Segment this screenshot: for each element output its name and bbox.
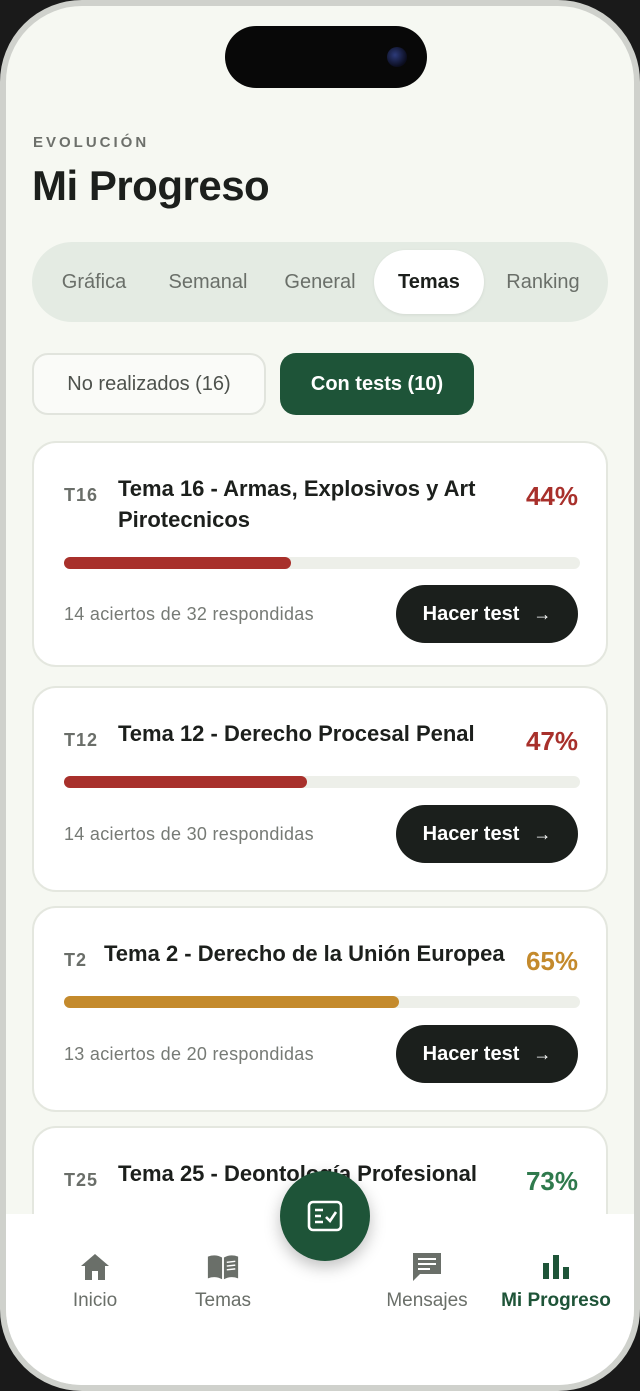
quick-test-fab[interactable] <box>280 1171 370 1261</box>
take-test-button[interactable]: Hacer test → <box>396 805 578 863</box>
progress-bar <box>64 557 580 569</box>
tab-mensajes[interactable]: Mensajes <box>376 1250 478 1312</box>
topic-card: T16 Tema 16 - Armas, Explosivos y Art Pi… <box>32 441 608 667</box>
topic-filter-row: No realizados (16) Con tests (10) <box>32 353 474 415</box>
progress-bar <box>64 776 580 788</box>
progress-bar-fill <box>64 996 400 1008</box>
tab-ranking[interactable]: Ranking <box>484 250 602 314</box>
topic-percent: 65% <box>525 946 578 976</box>
take-test-button[interactable]: Hacer test → <box>396 585 578 643</box>
filter-not-done-chip[interactable]: No realizados (16) <box>32 353 266 415</box>
tab-label: Inicio <box>72 1290 118 1311</box>
tab-label: Mensajes <box>386 1290 468 1311</box>
tab-mi-progreso[interactable]: Mi Progreso <box>496 1250 616 1312</box>
take-test-label: Hacer test <box>422 822 520 845</box>
tab-temas-nav[interactable]: Temas <box>188 1250 258 1312</box>
home-icon <box>78 1250 112 1284</box>
topic-title-line: Pirotecnicos <box>118 507 251 532</box>
topic-card: T12 Tema 12 - Derecho Procesal Penal 47%… <box>32 686 608 892</box>
tab-grafica[interactable]: Gráfica <box>38 250 150 314</box>
topic-percent: 44% <box>525 481 578 511</box>
take-test-label: Hacer test <box>422 602 520 625</box>
tab-semanal[interactable]: Semanal <box>150 250 266 314</box>
topic-code: T25 <box>64 1170 99 1190</box>
topic-title: Tema 16 - Armas, Explosivos y Art Pirote… <box>118 473 498 535</box>
dynamic-island <box>225 26 427 88</box>
arrow-right-icon: → <box>533 1043 552 1064</box>
checklist-icon <box>307 1200 343 1232</box>
app-screen: EVOLUCIÓN Mi Progreso Gráfica Semanal Ge… <box>0 0 640 1391</box>
page-eyebrow: EVOLUCIÓN <box>33 134 150 151</box>
arrow-right-icon: → <box>533 603 552 624</box>
topic-percent: 73% <box>525 1166 578 1196</box>
page-title: Mi Progreso <box>32 162 270 209</box>
bar-chart-icon <box>539 1250 573 1284</box>
topic-card: T2 Tema 2 - Derecho de la Unión Europea … <box>32 906 608 1112</box>
arrow-right-icon: → <box>533 823 552 844</box>
topic-title: Tema 2 - Derecho de la Unión Europea <box>104 941 505 966</box>
topic-title-line: Tema 16 - Armas, Explosivos y Art <box>118 476 476 501</box>
take-test-label: Hacer test <box>422 1042 520 1065</box>
topic-percent: 47% <box>525 726 578 756</box>
book-icon <box>206 1250 240 1284</box>
topic-stats: 13 aciertos de 20 respondidas <box>64 1044 314 1064</box>
tab-inicio[interactable]: Inicio <box>64 1250 126 1312</box>
progress-view-tabs: Gráfica Semanal General Temas Ranking <box>32 242 608 322</box>
topic-code: T12 <box>64 730 99 750</box>
tab-label: Mi Progreso <box>501 1290 611 1311</box>
progress-bar <box>64 996 580 1008</box>
progress-bar-fill <box>64 776 307 788</box>
topic-title: Tema 12 - Derecho Procesal Penal <box>118 721 475 746</box>
filter-with-tests-chip[interactable]: Con tests (10) <box>280 353 474 415</box>
take-test-button[interactable]: Hacer test → <box>396 1025 578 1083</box>
topic-code: T2 <box>64 950 88 970</box>
topic-code: T16 <box>64 485 99 505</box>
tab-general[interactable]: General <box>266 250 374 314</box>
message-icon <box>410 1250 444 1284</box>
camera-icon <box>387 47 407 67</box>
topic-stats: 14 aciertos de 32 respondidas <box>64 604 314 624</box>
topic-stats: 14 aciertos de 30 respondidas <box>64 824 314 844</box>
tab-label: Temas <box>195 1290 251 1311</box>
progress-bar-fill <box>64 557 292 569</box>
tab-temas[interactable]: Temas <box>374 250 484 314</box>
